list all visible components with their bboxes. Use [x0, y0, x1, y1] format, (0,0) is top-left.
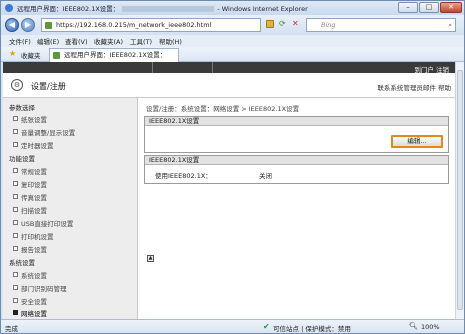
sidebar-item-department-id[interactable]: 部门识别码管理	[13, 283, 67, 293]
window-title: 远程用户界面：IEEE802.1X设置： - Windows Internet E…	[17, 5, 308, 13]
menu-favorites[interactable]: 收藏夹(A)	[94, 36, 123, 46]
sidebar-item-system[interactable]: 系统设置	[13, 270, 47, 280]
ieee-settings-detail-box: IEEE802.1X设置 使用IEEE802.1X： 关闭	[144, 155, 449, 184]
maximize-button[interactable]: □	[419, 2, 439, 13]
trusted-check-icon: ✔	[263, 322, 270, 331]
refresh-icon[interactable]: ⟳	[279, 19, 286, 28]
favorites-star-icon[interactable]: ★	[9, 49, 16, 58]
sidebar-section-system: 系统设置	[9, 259, 35, 267]
sidebar-item-report[interactable]: 报告设置	[13, 244, 47, 254]
breadcrumb[interactable]: 设置/注册：系统设置：网络设置 > IEEE802.1X设置	[146, 103, 299, 113]
menu-view[interactable]: 查看(V)	[65, 36, 88, 46]
menu-bar: 文件(F) 编辑(E) 查看(V) 收藏夹(A) 工具(T) 帮助(H)	[1, 35, 464, 47]
sidebar-item-fax[interactable]: 传真设置	[13, 192, 47, 202]
browser-window: 远程用户界面：IEEE802.1X设置： - Windows Internet E…	[0, 0, 465, 334]
sidebar-item-common[interactable]: 常规设置	[13, 166, 47, 176]
header-links[interactable]: 联系系统管理员邮件 帮助	[377, 82, 451, 92]
favorites-bar: ★ 收藏夹 远程用户界面：IEEE802.1X设置：	[1, 47, 464, 62]
scrollbar-thumb[interactable]	[457, 70, 463, 310]
sidebar-item-volume-display[interactable]: 音量调整/显示设置	[12, 127, 75, 137]
back-button[interactable]: ◀	[5, 18, 19, 32]
settings-gear-icon: ⚙	[11, 79, 23, 91]
box-title: IEEE802.1X设置	[145, 117, 448, 126]
sidebar-item-scan[interactable]: 扫描设置	[13, 205, 47, 215]
status-text: 完成	[5, 325, 18, 333]
status-bar: 完成 ✔ 可信站点 | 保护模式：禁用 🔍︎ 100%	[1, 319, 464, 333]
url-text: https://192.168.0.215/m_network_ieee802.…	[56, 21, 212, 29]
favorites-label[interactable]: 收藏夹	[21, 50, 41, 60]
ieee-settings-box: IEEE802.1X设置 编辑...	[144, 116, 449, 153]
page-icon	[45, 22, 52, 29]
sidebar-item-printer[interactable]: 打印机设置	[13, 231, 54, 241]
menu-file[interactable]: 文件(F)	[9, 36, 31, 46]
vertical-scrollbar[interactable]	[455, 62, 464, 319]
address-bar: ◀ ▶ https://192.168.0.215/m_network_ieee…	[1, 15, 464, 35]
sidebar-item-security[interactable]: 安全设置	[13, 296, 47, 306]
search-icon[interactable]: ⌕	[448, 19, 452, 31]
detail-box-title: IEEE802.1X设置	[145, 156, 448, 165]
menu-help[interactable]: 帮助(H)	[159, 36, 182, 46]
sidebar-section-function: 功能设置	[9, 155, 35, 163]
sidebar: 参数选择 纸张设置 音量调整/显示设置 定时器设置 功能设置 常规设置 复印设置…	[3, 98, 138, 319]
edit-button[interactable]: 编辑...	[391, 135, 443, 148]
sidebar-section-preferences: 参数选择	[9, 104, 35, 112]
scroll-top-icon[interactable]: ▲	[147, 255, 154, 262]
sidebar-item-copy[interactable]: 复印设置	[13, 179, 47, 189]
main-panel: 设置/注册：系统设置：网络设置 > IEEE802.1X设置 IEEE802.1…	[138, 98, 455, 319]
menu-edit[interactable]: 编辑(E)	[37, 36, 59, 46]
menu-tools[interactable]: 工具(T)	[130, 36, 152, 46]
forward-button[interactable]: ▶	[21, 18, 35, 32]
minimize-button[interactable]: –	[398, 2, 418, 13]
search-placeholder: Bing	[321, 21, 336, 29]
url-input[interactable]: https://192.168.0.215/m_network_ieee802.…	[41, 18, 261, 32]
page-header: ⚙ 设置/注册 联系系统管理员邮件 帮助	[3, 73, 455, 98]
sidebar-item-usb-print[interactable]: USB直接打印设置	[12, 218, 73, 228]
sidebar-item-paper[interactable]: 纸张设置	[13, 114, 47, 124]
sidebar-item-timer[interactable]: 定时器设置	[13, 140, 54, 150]
tab-title: 远程用户界面：IEEE802.1X设置：	[64, 51, 167, 59]
zoom-level[interactable]: 100%	[421, 323, 440, 331]
sidebar-item-network[interactable]: 网络设置	[13, 308, 47, 318]
search-input[interactable]: Bing ⌕	[306, 18, 456, 32]
zoom-icon[interactable]: 🔍︎	[409, 322, 418, 330]
security-zone[interactable]: 可信站点 | 保护模式：禁用	[273, 323, 351, 333]
browser-tab[interactable]: 远程用户界面：IEEE802.1X设置：	[49, 48, 179, 62]
page-content: 到门户 注销 ⚙ 设置/注册 联系系统管理员邮件 帮助 参数选择 纸张设置 音量…	[3, 62, 455, 319]
stop-icon[interactable]: ✕	[292, 19, 299, 28]
lock-icon	[266, 20, 274, 28]
close-button[interactable]: ✕	[440, 2, 462, 13]
title-bar: 远程用户界面：IEEE802.1X设置： - Windows Internet E…	[1, 1, 464, 15]
use-ieee-label: 使用IEEE802.1X：	[155, 172, 212, 180]
top-dark-bar: 到门户 注销	[3, 62, 455, 74]
use-ieee-value: 关闭	[259, 172, 272, 180]
page-title: 设置/注册	[31, 82, 66, 91]
ie-icon	[5, 4, 13, 12]
tab-page-icon	[53, 52, 60, 59]
